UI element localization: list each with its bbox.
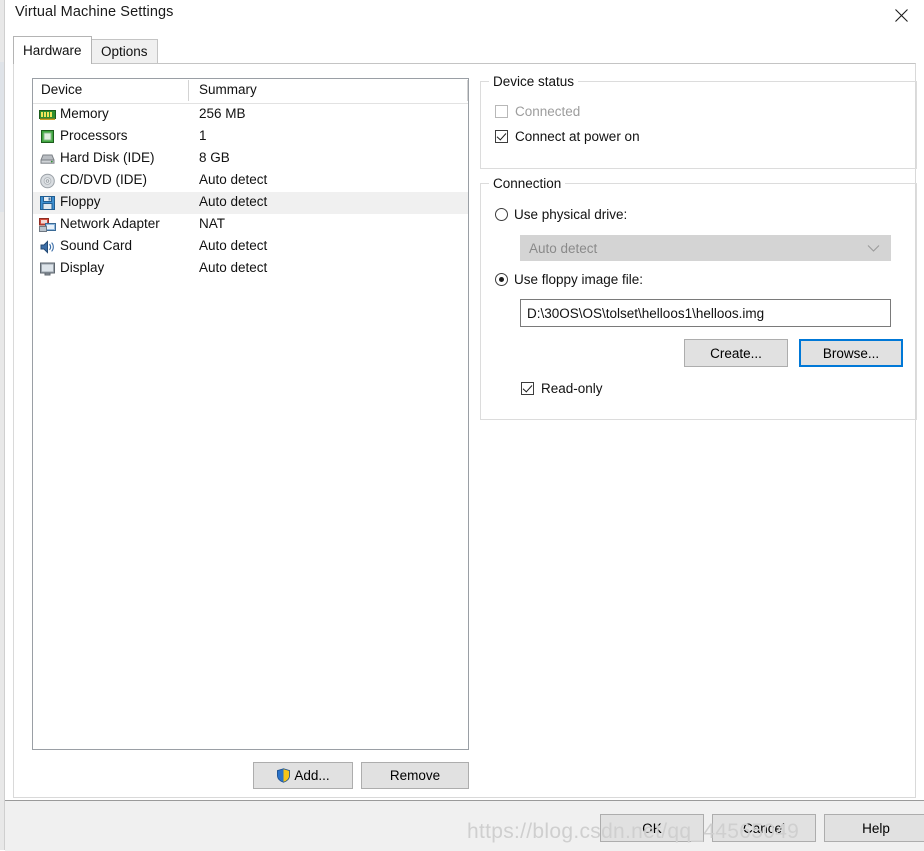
device-name: CD/DVD (IDE) bbox=[60, 172, 147, 187]
device-row-hard-disk[interactable]: Hard Disk (IDE) 8 GB bbox=[33, 148, 468, 170]
column-header-summary: Summary bbox=[199, 82, 257, 97]
device-summary: Auto detect bbox=[199, 172, 268, 187]
shield-icon bbox=[277, 768, 291, 783]
device-summary: 8 GB bbox=[199, 150, 230, 165]
connection-legend: Connection bbox=[489, 176, 566, 191]
device-list-header: Device Summary bbox=[33, 79, 468, 104]
checkbox-box-icon bbox=[495, 105, 508, 118]
device-row-display[interactable]: Display Auto detect bbox=[33, 258, 468, 280]
radio-unselected-icon bbox=[495, 208, 508, 221]
tab-hardware[interactable]: Hardware bbox=[13, 36, 92, 64]
connected-checkbox[interactable]: Connected bbox=[495, 104, 580, 119]
floppy-icon bbox=[39, 195, 56, 211]
device-name: Sound Card bbox=[60, 238, 133, 253]
device-row-sound-card[interactable]: Sound Card Auto detect bbox=[33, 236, 468, 258]
device-name: Processors bbox=[60, 128, 128, 143]
tab-strip: Hardware Options bbox=[13, 36, 916, 64]
device-list[interactable]: Device Summary Memory 256 MB Processors … bbox=[32, 78, 469, 750]
remove-button[interactable]: Remove bbox=[361, 762, 469, 789]
ok-button-label: OK bbox=[642, 820, 662, 836]
checkbox-checked-icon bbox=[495, 130, 508, 143]
browse-button[interactable]: Browse... bbox=[799, 339, 903, 367]
tab-hardware-label: Hardware bbox=[23, 43, 82, 58]
browse-button-label: Browse... bbox=[822, 345, 880, 361]
radio-selected-icon bbox=[495, 273, 508, 286]
device-summary: Auto detect bbox=[199, 260, 268, 275]
close-icon bbox=[894, 8, 908, 22]
background-window-sliver-accent bbox=[0, 62, 4, 212]
cancel-button[interactable]: Cancel bbox=[712, 814, 816, 842]
connect-at-power-on-label: Connect at power on bbox=[515, 129, 640, 144]
device-row-cd-dvd[interactable]: CD/DVD (IDE) Auto detect bbox=[33, 170, 468, 192]
chevron-down-icon bbox=[867, 245, 880, 252]
tab-options-label: Options bbox=[101, 44, 148, 59]
physical-drive-dropdown[interactable]: Auto detect bbox=[520, 235, 891, 261]
use-physical-drive-label: Use physical drive: bbox=[514, 207, 628, 222]
device-row-network-adapter[interactable]: Network Adapter NAT bbox=[33, 214, 468, 236]
connected-label: Connected bbox=[515, 104, 581, 119]
close-button[interactable] bbox=[878, 0, 924, 30]
cd-dvd-icon bbox=[39, 173, 56, 189]
virtual-machine-settings-dialog: Virtual Machine Settings Hardware Option… bbox=[5, 0, 924, 851]
memory-icon bbox=[39, 107, 56, 123]
create-button-label: Create... bbox=[710, 345, 762, 361]
device-row-processors[interactable]: Processors 1 bbox=[33, 126, 468, 148]
column-header-device: Device bbox=[41, 82, 83, 97]
device-name: Hard Disk (IDE) bbox=[60, 150, 155, 165]
page-title: Virtual Machine Settings bbox=[15, 4, 174, 20]
create-button[interactable]: Create... bbox=[684, 339, 788, 367]
ok-button[interactable]: OK bbox=[600, 814, 704, 842]
device-status-group: Device status Connected Connect at power… bbox=[480, 74, 917, 169]
device-row-memory[interactable]: Memory 256 MB bbox=[33, 104, 468, 126]
device-name: Display bbox=[60, 260, 105, 275]
device-row-floppy[interactable]: Floppy Auto detect bbox=[33, 192, 468, 214]
column-divider-end bbox=[467, 80, 468, 101]
add-button[interactable]: Add... bbox=[253, 762, 353, 789]
device-summary: 256 MB bbox=[199, 106, 246, 121]
use-physical-drive-radio[interactable]: Use physical drive: bbox=[495, 207, 627, 222]
processor-icon bbox=[39, 129, 56, 145]
remove-button-label: Remove bbox=[389, 768, 441, 783]
network-adapter-icon bbox=[39, 217, 56, 233]
use-floppy-image-radio[interactable]: Use floppy image file: bbox=[495, 272, 643, 287]
physical-drive-value: Auto detect bbox=[529, 240, 598, 256]
device-name: Floppy bbox=[60, 194, 101, 209]
dialog-footer: OK Cancel Help bbox=[5, 800, 924, 851]
hard-disk-icon bbox=[39, 151, 56, 167]
checkbox-checked-icon bbox=[521, 382, 534, 395]
add-button-label: Add... bbox=[294, 768, 330, 783]
cancel-button-label: Cancel bbox=[742, 820, 786, 836]
connect-at-power-on-checkbox[interactable]: Connect at power on bbox=[495, 129, 640, 144]
column-divider bbox=[188, 80, 189, 101]
device-summary: 1 bbox=[199, 128, 207, 143]
hardware-tab-panel: Device Summary Memory 256 MB Processors … bbox=[13, 63, 917, 798]
device-name: Memory bbox=[60, 106, 109, 121]
connection-group: Connection Use physical drive: Auto dete… bbox=[480, 176, 917, 420]
device-name: Network Adapter bbox=[60, 216, 160, 231]
read-only-label: Read-only bbox=[541, 381, 603, 396]
title-bar: Virtual Machine Settings bbox=[5, 0, 924, 30]
display-icon bbox=[39, 261, 56, 277]
device-summary: Auto detect bbox=[199, 194, 268, 209]
floppy-image-path-input[interactable] bbox=[520, 299, 891, 327]
read-only-checkbox[interactable]: Read-only bbox=[521, 381, 603, 396]
help-button[interactable]: Help bbox=[824, 814, 924, 842]
device-summary: Auto detect bbox=[199, 238, 268, 253]
device-status-legend: Device status bbox=[489, 74, 579, 89]
use-floppy-image-label: Use floppy image file: bbox=[514, 272, 644, 287]
device-summary: NAT bbox=[199, 216, 225, 231]
tab-options[interactable]: Options bbox=[91, 39, 158, 63]
sound-card-icon bbox=[39, 239, 56, 255]
help-button-label: Help bbox=[862, 820, 890, 836]
